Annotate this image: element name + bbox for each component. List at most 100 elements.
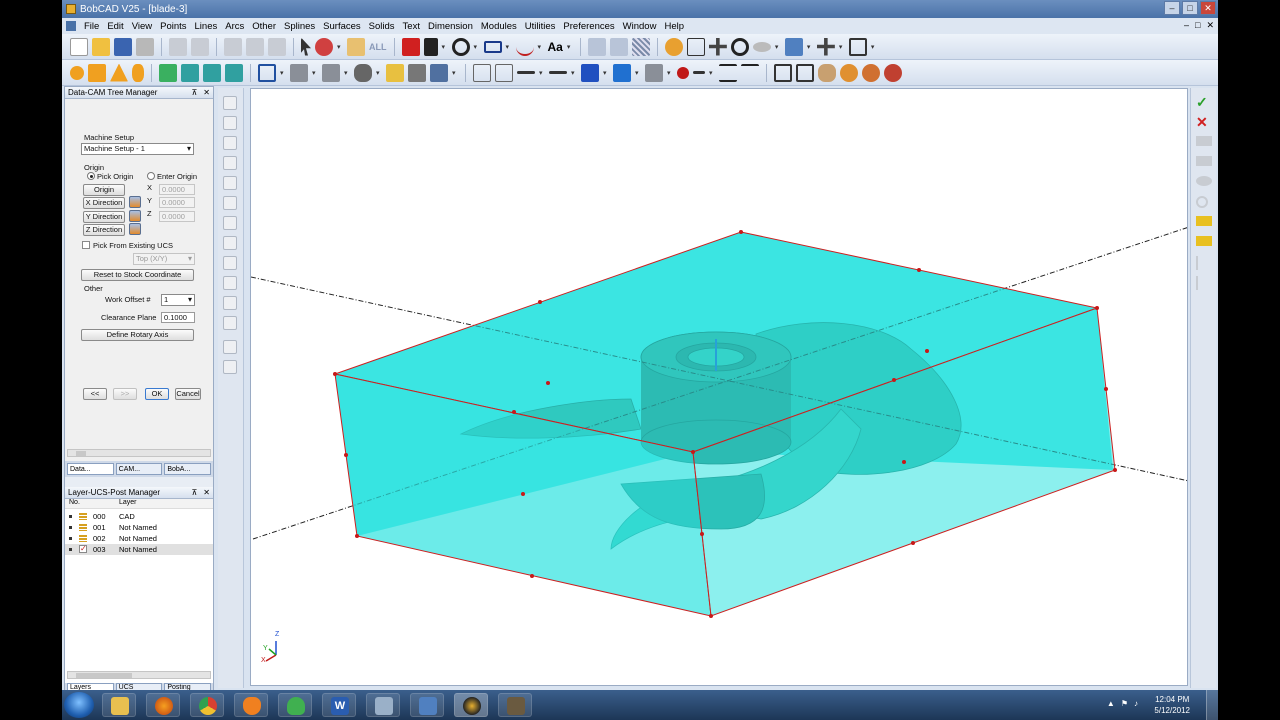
ruler-icon[interactable]	[1196, 256, 1212, 270]
chevron-down-icon[interactable]: ▾	[839, 43, 845, 51]
view-cube-icon[interactable]	[848, 37, 867, 56]
snap-angle-icon[interactable]	[223, 296, 237, 310]
ungroup-icon[interactable]	[796, 63, 814, 82]
chevron-down-icon[interactable]: ▾	[452, 69, 458, 77]
feature-icon[interactable]	[430, 63, 448, 82]
wrench-icon[interactable]	[1196, 236, 1212, 246]
close-button[interactable]: ✕	[1200, 1, 1216, 15]
spline-tool-icon[interactable]	[515, 38, 534, 56]
chevron-down-icon[interactable]: ▾	[344, 69, 350, 77]
pick-existing-ucs-checkbox[interactable]	[82, 241, 90, 249]
new-file-icon[interactable]	[70, 37, 88, 56]
snap-perp-icon[interactable]	[223, 236, 237, 250]
chevron-down-icon[interactable]: ▾	[506, 43, 512, 51]
origin-y-field[interactable]: 0.0000	[159, 197, 195, 208]
select-all-button[interactable]: ALL	[369, 42, 387, 52]
subtract-icon[interactable]	[203, 63, 221, 82]
chevron-down-icon[interactable]: ▾	[474, 43, 480, 51]
sim-stop-icon[interactable]	[884, 63, 902, 82]
hatch-icon[interactable]	[631, 37, 650, 56]
solid-shade-icon[interactable]	[613, 63, 631, 82]
menu-utilities[interactable]: Utilities	[521, 21, 560, 32]
chevron-down-icon[interactable]: ▾	[567, 43, 573, 51]
redo-icon[interactable]	[191, 37, 209, 56]
menu-file[interactable]: File	[80, 21, 103, 32]
pin-icon[interactable]: ⊼	[191, 87, 197, 99]
layer-row[interactable]: 001 Not Named	[65, 522, 213, 533]
datacam-hscrollbar[interactable]	[67, 449, 211, 457]
pick-origin-radio[interactable]	[87, 172, 95, 180]
select-arrow-icon[interactable]	[301, 37, 311, 56]
taskbar-word[interactable]: W	[322, 693, 356, 717]
active-layer-check-icon[interactable]: ✓	[79, 545, 87, 553]
menu-text[interactable]: Text	[399, 21, 424, 32]
origin-button[interactable]: Origin	[83, 184, 125, 196]
chevron-down-icon[interactable]: ▾	[571, 69, 577, 77]
tab-cam[interactable]: CAM...	[115, 463, 163, 475]
measure-icon[interactable]	[609, 37, 628, 56]
chevron-down-icon[interactable]: ▾	[280, 69, 286, 77]
chevron-down-icon[interactable]: ▾	[871, 43, 877, 51]
snap-tangent-icon[interactable]	[223, 196, 237, 210]
layer-hscrollbar[interactable]	[67, 671, 211, 679]
stock-icon[interactable]	[159, 63, 177, 82]
chevron-down-icon[interactable]: ▾	[539, 69, 545, 77]
select-chain-icon[interactable]	[347, 37, 365, 56]
trim-icon[interactable]	[517, 71, 535, 74]
menu-lines[interactable]: Lines	[191, 21, 222, 32]
point-tool-icon[interactable]	[401, 37, 420, 56]
menu-points[interactable]: Points	[156, 21, 190, 32]
offset-icon[interactable]	[549, 71, 567, 74]
tab-data[interactable]: Data...	[67, 463, 114, 475]
snap-near-icon[interactable]	[223, 276, 237, 290]
pan-icon[interactable]	[708, 37, 727, 56]
chevron-down-icon[interactable]: ▾	[667, 69, 673, 77]
minimize-button[interactable]: –	[1164, 1, 1180, 15]
select-filter-icon[interactable]	[315, 37, 333, 56]
chevron-down-icon[interactable]: ▾	[442, 43, 448, 51]
taskbar-bobcad[interactable]	[454, 693, 488, 717]
taskbar-flame-app[interactable]	[234, 693, 268, 717]
tray-arrow-icon[interactable]: ▲	[1107, 699, 1115, 708]
edge-select-icon[interactable]	[693, 71, 705, 74]
box-icon[interactable]	[88, 63, 106, 82]
zoom-box-icon[interactable]	[686, 37, 705, 56]
pick-z-icon[interactable]	[129, 223, 141, 235]
solid-blue-icon[interactable]	[581, 63, 599, 82]
taskbar-notebook[interactable]	[366, 693, 400, 717]
menu-view[interactable]: View	[128, 21, 156, 32]
panel-close-icon[interactable]: ✕	[203, 487, 210, 499]
menu-help[interactable]: Help	[660, 21, 688, 32]
copy-icon[interactable]	[246, 37, 264, 56]
text-tool-button[interactable]: Aa	[548, 40, 563, 54]
zoom-window-icon[interactable]	[664, 37, 683, 56]
taskbar-chrome[interactable]	[190, 693, 224, 717]
group-icon[interactable]	[774, 63, 792, 82]
sim-1-icon[interactable]	[840, 63, 858, 82]
visibility-icon[interactable]	[1196, 196, 1208, 208]
highlight-icon[interactable]	[1196, 216, 1212, 226]
menu-surfaces[interactable]: Surfaces	[319, 21, 365, 32]
doc-restore-button[interactable]: □	[1195, 20, 1200, 31]
layer-row[interactable]: 002 Not Named	[65, 533, 213, 544]
menu-splines[interactable]: Splines	[280, 21, 319, 32]
panel-close-icon[interactable]: ✕	[203, 87, 210, 99]
rotate-view-icon[interactable]	[730, 37, 749, 56]
work-offset-select[interactable]: 1	[161, 294, 195, 306]
dimension-icon[interactable]	[587, 37, 606, 56]
menu-other[interactable]: Other	[248, 21, 280, 32]
ucs-icon[interactable]	[816, 37, 835, 56]
menu-preferences[interactable]: Preferences	[559, 21, 618, 32]
paste-icon[interactable]	[268, 37, 286, 56]
snap-intersect-icon[interactable]	[223, 176, 237, 190]
menu-modules[interactable]: Modules	[477, 21, 521, 32]
layer-row[interactable]: 000 CAD	[65, 511, 213, 522]
cone-icon[interactable]	[110, 63, 128, 82]
snap-grid-icon[interactable]	[223, 216, 237, 230]
transform-icon[interactable]	[784, 37, 803, 56]
layer-row-active[interactable]: ✓ 003 Not Named	[65, 544, 213, 555]
pick-y-icon[interactable]	[129, 210, 141, 222]
split-icon[interactable]	[719, 63, 737, 82]
accept-check-icon[interactable]: ✓	[1196, 94, 1212, 110]
enter-origin-radio[interactable]	[147, 172, 155, 180]
